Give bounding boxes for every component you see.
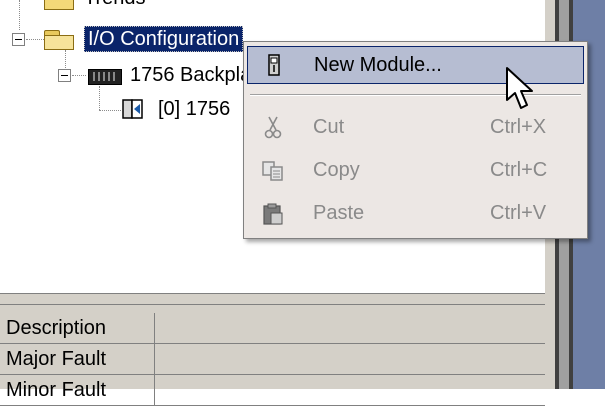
property-row: Minor Fault [0,375,545,406]
tree-connector [26,39,44,40]
module-icon [122,99,143,119]
tree-item-label: I/O Configuration [84,26,244,52]
tree-item-label: Trends [84,0,146,10]
property-name: Description [0,313,155,343]
menu-item-paste[interactable]: Paste Ctrl+V [247,194,584,232]
menu-item-label: Copy [313,159,360,181]
properties-grid: Description Major Fault Minor Fault [0,305,545,406]
menu-item-cut[interactable]: Cut Ctrl+X [247,108,584,146]
property-value[interactable] [156,313,545,343]
paste-icon [263,203,283,225]
tree-item-io-configuration[interactable]: I/O Configuration [44,24,244,54]
property-value[interactable] [156,344,545,374]
collapse-toggle[interactable] [12,33,25,46]
menu-item-shortcut: Ctrl+C [490,159,548,181]
folder-icon [44,0,74,10]
property-value[interactable] [156,375,545,405]
tree-connector [72,75,86,76]
tree-connector [99,110,121,111]
folder-open-icon [44,28,74,50]
property-name: Minor Fault [0,375,155,405]
collapse-toggle[interactable] [58,69,71,82]
mouse-pointer-icon [506,67,533,109]
menu-item-label: Cut [313,116,345,138]
new-module-icon [268,54,280,76]
tree-item-module-slot-0[interactable]: [0] 1756 [122,94,230,124]
menu-item-label: New Module... [314,54,442,76]
menu-item-shortcut: Ctrl+V [490,202,547,224]
copy-icon [262,161,283,181]
menu-item-copy[interactable]: Copy Ctrl+C [247,151,584,189]
property-row: Major Fault [0,344,545,375]
backplane-icon [88,69,122,85]
menu-item-shortcut: Ctrl+X [490,116,547,138]
menu-item-label: Paste [313,202,365,224]
tree-connector [19,0,20,30]
context-menu: New Module... Cut Ctrl+X Copy Ctrl+C Pas… [243,41,588,239]
scissors-icon [264,116,282,139]
pane-splitter[interactable] [0,293,545,305]
tree-item-label: [0] 1756 [158,97,231,120]
tree-item-trends[interactable]: Trends [44,0,146,13]
property-row: Description [0,313,545,344]
property-name: Major Fault [0,344,155,374]
